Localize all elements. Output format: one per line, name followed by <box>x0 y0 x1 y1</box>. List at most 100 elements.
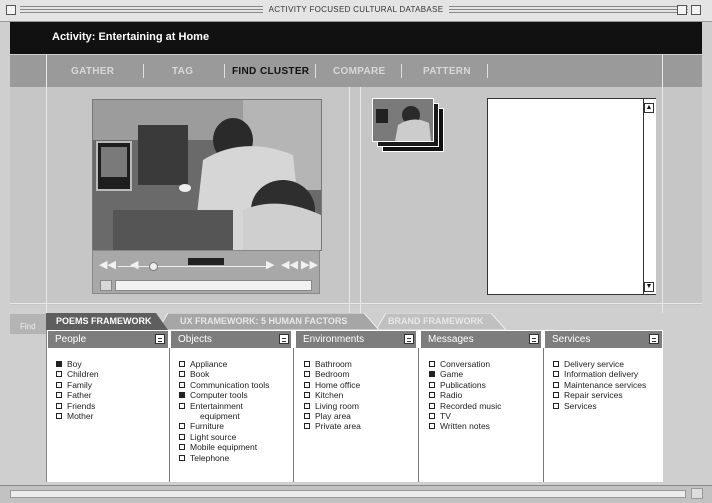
checklist-item[interactable]: Private area <box>304 421 361 431</box>
checklist-item[interactable]: Entertainment <box>179 401 269 411</box>
checklist-item[interactable]: Repair services <box>553 390 646 400</box>
checklist-item[interactable]: Services <box>553 401 646 411</box>
checkbox[interactable] <box>304 402 310 409</box>
checkbox[interactable] <box>553 371 559 378</box>
video-player[interactable] <box>92 99 322 251</box>
rewind-button-icon[interactable]: ◀◀ <box>99 258 116 271</box>
scroll-down-icon[interactable]: ▼ <box>644 282 654 292</box>
checkbox[interactable] <box>429 402 435 409</box>
checklist-item[interactable]: Conversation <box>429 359 501 369</box>
fast-forward-icon[interactable]: ▶▶ <box>301 258 318 271</box>
checkbox[interactable] <box>553 381 559 388</box>
checklist-item[interactable]: Appliance <box>179 359 269 369</box>
checkbox[interactable] <box>304 423 310 430</box>
checklist-item[interactable]: Computer tools <box>179 390 269 400</box>
tab-compare[interactable]: COMPARE <box>333 66 385 77</box>
checklist-item[interactable]: Living room <box>304 401 361 411</box>
checkbox[interactable] <box>56 381 62 388</box>
checkbox[interactable] <box>429 361 435 367</box>
checklist-item[interactable]: Friends <box>56 401 99 411</box>
checkbox[interactable] <box>304 371 310 378</box>
checkbox[interactable] <box>179 371 185 378</box>
checkbox[interactable] <box>553 361 559 367</box>
checkbox[interactable] <box>304 361 310 367</box>
checkbox[interactable] <box>429 392 435 399</box>
step-back-icon[interactable]: ◀ <box>130 258 138 271</box>
checklist-item[interactable]: Written notes <box>429 421 501 431</box>
checklist-item[interactable]: Father <box>56 390 99 400</box>
checklist-item[interactable]: Delivery service <box>553 359 646 369</box>
resize-handle-icon[interactable] <box>691 488 703 499</box>
checkbox[interactable] <box>179 444 185 451</box>
checkbox[interactable] <box>179 454 185 461</box>
horizontal-scrollbar[interactable] <box>10 490 686 498</box>
tab-find[interactable]: FIND <box>232 66 257 77</box>
tab-tag[interactable]: TAG <box>172 66 193 77</box>
volume-icon[interactable] <box>100 280 112 291</box>
checklist-item[interactable]: Book <box>179 369 269 379</box>
collapse-environments-icon[interactable] <box>404 334 414 344</box>
checkbox[interactable] <box>429 423 435 430</box>
checklist-item[interactable]: Game <box>429 369 501 379</box>
checklist-item[interactable]: Play area <box>304 411 361 421</box>
collapse-services-icon[interactable] <box>649 334 659 344</box>
checkbox[interactable] <box>179 361 185 367</box>
checkbox[interactable] <box>56 361 62 367</box>
notes-scrollbar[interactable] <box>643 99 656 294</box>
tab-poems-framework[interactable]: POEMS FRAMEWORK <box>46 313 166 330</box>
checklist-item[interactable]: Communication tools <box>179 380 269 390</box>
checklist-item[interactable]: Boy <box>56 359 99 369</box>
checkbox[interactable] <box>429 381 435 388</box>
checklist-item[interactable]: Telephone <box>179 453 269 463</box>
checkbox[interactable] <box>553 392 559 399</box>
notes-text-area[interactable] <box>487 98 656 295</box>
find-side-tab[interactable]: Find <box>10 314 46 334</box>
tab-gather[interactable]: GATHER <box>71 66 114 77</box>
checklist-item[interactable]: Furniture <box>179 421 269 431</box>
checkbox[interactable] <box>179 402 185 409</box>
checkbox[interactable] <box>429 371 435 378</box>
checkbox[interactable] <box>56 402 62 409</box>
checkbox[interactable] <box>304 392 310 399</box>
checkbox[interactable] <box>179 381 185 388</box>
checkbox[interactable] <box>179 423 185 430</box>
checkbox[interactable] <box>56 413 62 420</box>
checklist-item[interactable]: Mobile equipment <box>179 442 269 452</box>
step-forward-icon[interactable]: ▶ <box>266 258 274 271</box>
checklist-item[interactable]: Maintenance services <box>553 380 646 390</box>
scroll-up-icon[interactable]: ▲ <box>644 103 654 113</box>
checkbox[interactable] <box>553 402 559 409</box>
checkbox[interactable] <box>304 381 310 388</box>
checkbox[interactable] <box>56 392 62 399</box>
tab-ux-framework[interactable]: UX FRAMEWORK: 5 HUMAN FACTORS <box>170 313 370 330</box>
checkbox[interactable] <box>429 413 435 420</box>
thumbnail-card[interactable] <box>372 98 434 142</box>
checklist-item[interactable]: Mother <box>56 411 99 421</box>
checklist-item[interactable]: Home office <box>304 380 361 390</box>
checkbox[interactable] <box>56 371 62 378</box>
tab-pattern[interactable]: PATTERN <box>423 66 471 77</box>
checklist-item[interactable]: Children <box>56 369 99 379</box>
checklist-item[interactable]: Family <box>56 380 99 390</box>
checklist-item[interactable]: Light source <box>179 432 269 442</box>
checklist-item[interactable]: TV <box>429 411 501 421</box>
checklist-item[interactable]: Bathroom <box>304 359 361 369</box>
tab-brand-framework[interactable]: BRAND FRAMEWORK <box>378 313 498 330</box>
checklist-item[interactable]: Kitchen <box>304 390 361 400</box>
checkbox[interactable] <box>179 392 185 399</box>
checklist-item[interactable]: Information delivery <box>553 369 646 379</box>
collapse-box-icon[interactable] <box>691 5 701 15</box>
clip-caption-field[interactable] <box>115 280 312 291</box>
checkbox[interactable] <box>304 413 310 420</box>
collapse-messages-icon[interactable] <box>529 334 539 344</box>
tab-cluster[interactable]: CLUSTER <box>260 66 309 77</box>
checklist-item[interactable]: Radio <box>429 390 501 400</box>
scrub-handle[interactable] <box>149 262 158 271</box>
collapse-people-icon[interactable] <box>155 334 165 344</box>
checklist-item[interactable]: Recorded music <box>429 401 501 411</box>
collapse-objects-icon[interactable] <box>279 334 289 344</box>
scrub-track[interactable] <box>118 266 268 267</box>
checklist-item[interactable]: Bedroom <box>304 369 361 379</box>
checklist-item[interactable]: Publications <box>429 380 501 390</box>
checkbox[interactable] <box>179 433 185 440</box>
